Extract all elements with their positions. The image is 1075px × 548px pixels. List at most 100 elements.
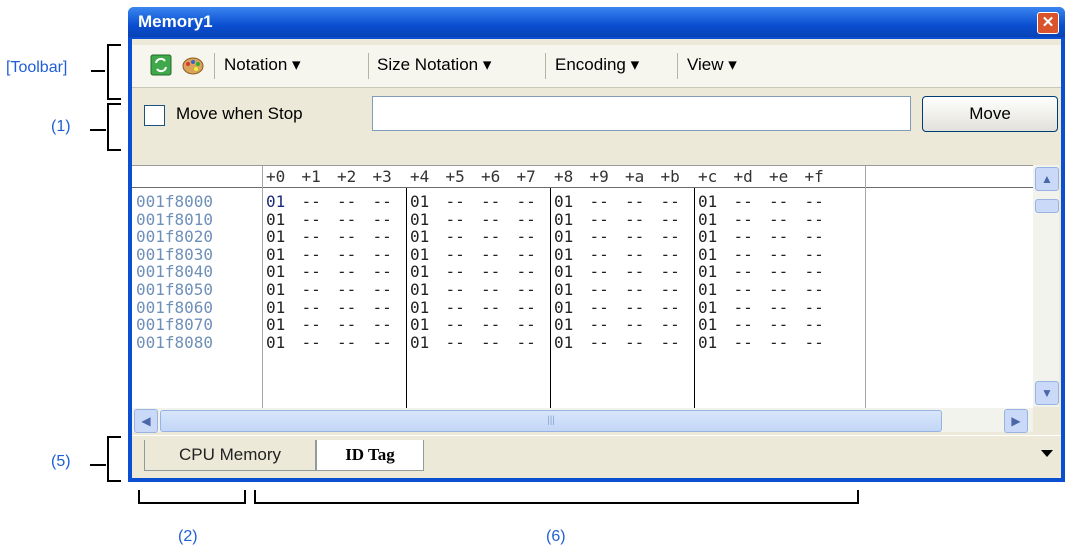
memory-cell[interactable]: 01 — [410, 298, 429, 317]
horizontal-scroll-thumb[interactable]: ||| — [160, 410, 942, 432]
memory-cell[interactable]: 01 — [410, 227, 429, 246]
memory-cell[interactable]: -- — [769, 298, 788, 317]
memory-cell[interactable]: -- — [481, 210, 500, 229]
scroll-thumb[interactable] — [1035, 199, 1059, 213]
memory-cell[interactable]: -- — [734, 333, 753, 352]
memory-cell[interactable]: -- — [337, 192, 356, 211]
memory-cell[interactable]: 01 — [266, 192, 285, 211]
memory-cell[interactable]: 01 — [554, 210, 573, 229]
memory-cell[interactable]: -- — [734, 245, 753, 264]
memory-cell[interactable]: 01 — [698, 280, 717, 299]
memory-cell[interactable]: -- — [805, 280, 824, 299]
memory-cell[interactable]: -- — [337, 227, 356, 246]
memory-cell[interactable]: -- — [625, 245, 644, 264]
memory-cell[interactable]: -- — [625, 315, 644, 334]
memory-cell[interactable]: -- — [517, 280, 536, 299]
memory-cell[interactable]: -- — [769, 245, 788, 264]
memory-cell[interactable]: -- — [373, 262, 392, 281]
memory-cell[interactable]: -- — [734, 280, 753, 299]
memory-cell[interactable]: -- — [661, 298, 680, 317]
memory-cell[interactable]: -- — [481, 280, 500, 299]
memory-cell[interactable]: 01 — [698, 315, 717, 334]
memory-cell[interactable]: -- — [590, 210, 609, 229]
memory-cell[interactable]: -- — [302, 315, 321, 334]
memory-cell[interactable]: -- — [517, 298, 536, 317]
memory-cell[interactable]: -- — [337, 262, 356, 281]
memory-cell[interactable]: 01 — [266, 262, 285, 281]
memory-cell[interactable]: -- — [302, 298, 321, 317]
memory-cell[interactable]: -- — [337, 280, 356, 299]
memory-cell[interactable]: -- — [734, 227, 753, 246]
memory-cell[interactable]: 01 — [554, 315, 573, 334]
memory-cell[interactable]: -- — [590, 298, 609, 317]
memory-cell[interactable]: -- — [661, 245, 680, 264]
memory-cell[interactable]: -- — [625, 227, 644, 246]
memory-cell[interactable]: -- — [481, 245, 500, 264]
memory-cell[interactable]: 01 — [698, 210, 717, 229]
memory-cell[interactable]: -- — [302, 210, 321, 229]
memory-cell[interactable]: -- — [625, 280, 644, 299]
memory-cell[interactable]: -- — [373, 245, 392, 264]
memory-cell[interactable]: -- — [337, 333, 356, 352]
address-input[interactable] — [372, 96, 911, 131]
memory-cell[interactable]: -- — [661, 333, 680, 352]
memory-cell[interactable]: -- — [590, 315, 609, 334]
memory-cell[interactable]: 01 — [410, 280, 429, 299]
memory-cell[interactable]: 01 — [554, 245, 573, 264]
memory-cell[interactable]: -- — [517, 210, 536, 229]
memory-grid[interactable]: +0 +1 +2 +3 +4 +5 +6 +7 +8 +9 +a +b +c +d +e +f 001f800… — [132, 165, 1033, 408]
memory-cell[interactable]: 01 — [266, 298, 285, 317]
memory-cell[interactable]: -- — [590, 227, 609, 246]
memory-cell[interactable]: -- — [805, 210, 824, 229]
memory-cell[interactable]: -- — [446, 245, 465, 264]
scroll-right-icon[interactable]: ▶ — [1004, 409, 1028, 433]
memory-cell[interactable]: 01 — [410, 333, 429, 352]
memory-cell[interactable]: -- — [661, 280, 680, 299]
memory-cell[interactable]: -- — [661, 315, 680, 334]
tab-cpu-memory[interactable]: CPU Memory — [144, 440, 316, 471]
memory-cell[interactable]: 01 — [554, 298, 573, 317]
vertical-scrollbar[interactable]: ▲ ▼ — [1033, 165, 1059, 407]
memory-cell[interactable]: -- — [337, 315, 356, 334]
memory-cell[interactable]: -- — [734, 210, 753, 229]
memory-cell[interactable]: 01 — [410, 262, 429, 281]
memory-cell[interactable]: -- — [590, 333, 609, 352]
memory-cell[interactable]: -- — [590, 245, 609, 264]
scroll-up-icon[interactable]: ▲ — [1035, 167, 1059, 191]
memory-cell[interactable]: 01 — [554, 333, 573, 352]
memory-cell[interactable]: -- — [517, 333, 536, 352]
memory-cell[interactable]: -- — [769, 262, 788, 281]
memory-cell[interactable]: 01 — [554, 192, 573, 211]
memory-cell[interactable]: -- — [805, 192, 824, 211]
memory-cell[interactable]: 01 — [698, 227, 717, 246]
memory-cell[interactable]: -- — [302, 227, 321, 246]
memory-cell[interactable]: -- — [481, 315, 500, 334]
memory-cell[interactable]: -- — [769, 227, 788, 246]
memory-cell[interactable]: -- — [661, 210, 680, 229]
memory-cell[interactable]: -- — [661, 192, 680, 211]
title-bar[interactable]: Memory1 ✕ — [128, 7, 1065, 37]
memory-cell[interactable]: 01 — [410, 192, 429, 211]
memory-cell[interactable]: -- — [625, 298, 644, 317]
tab-id-tag[interactable]: ID Tag — [316, 440, 424, 471]
memory-cell[interactable]: -- — [734, 315, 753, 334]
memory-cell[interactable]: -- — [625, 192, 644, 211]
memory-cell[interactable]: -- — [446, 227, 465, 246]
memory-cell[interactable]: -- — [446, 192, 465, 211]
memory-cell[interactable]: -- — [769, 315, 788, 334]
memory-cell[interactable]: -- — [625, 262, 644, 281]
memory-cell[interactable]: 01 — [698, 298, 717, 317]
memory-cell[interactable]: -- — [302, 262, 321, 281]
memory-cell[interactable]: -- — [734, 192, 753, 211]
memory-cell[interactable]: -- — [805, 227, 824, 246]
scroll-down-icon[interactable]: ▼ — [1035, 381, 1059, 405]
scroll-left-icon[interactable]: ◀ — [134, 409, 158, 433]
size-notation-menu[interactable]: Size Notation ▾ — [377, 55, 491, 75]
memory-cell[interactable]: -- — [302, 333, 321, 352]
memory-cell[interactable]: -- — [734, 298, 753, 317]
memory-cell[interactable]: 01 — [554, 227, 573, 246]
memory-cell[interactable]: -- — [517, 192, 536, 211]
memory-cell[interactable]: -- — [517, 315, 536, 334]
memory-cell[interactable]: -- — [481, 227, 500, 246]
memory-cell[interactable]: 01 — [266, 227, 285, 246]
